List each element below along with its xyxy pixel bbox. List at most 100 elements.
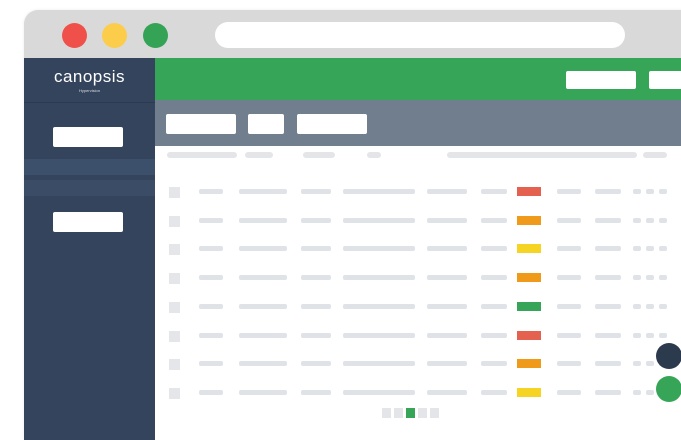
table-cell [646,389,654,395]
maximize-dot[interactable] [143,23,168,48]
row-checkbox[interactable] [169,387,180,399]
toolbar [155,100,681,146]
toolbar-button-1[interactable] [166,114,236,134]
status-badge [517,244,541,254]
row-checkbox[interactable] [169,330,180,342]
status-badge [517,187,541,196]
toolbar-button-2[interactable] [248,114,284,134]
table-cell [557,246,581,252]
table-cell [239,246,287,252]
row-checkbox[interactable] [169,273,180,285]
table-cell [659,246,667,252]
table-cell [301,275,331,281]
page-number-button[interactable] [418,407,427,418]
table-row[interactable] [155,322,681,351]
header-cell [643,152,667,158]
table-cell [239,361,287,367]
status-badge [517,387,541,397]
table-cell [239,275,287,281]
table-cell [557,332,581,338]
table-cell [633,303,641,309]
header-cell [167,152,237,158]
table-cell [199,361,223,367]
table-cell [646,217,654,223]
table-cell [301,246,331,252]
sidebar-item-active[interactable] [24,159,155,175]
table-cell [557,389,581,395]
row-checkbox[interactable] [169,301,180,313]
toolbar-button-3[interactable] [297,114,367,134]
table-cell [427,217,467,223]
table-cell [239,332,287,338]
table-cell [595,189,621,194]
status-badge [517,273,541,283]
table-cell [659,275,667,281]
green-action-button[interactable] [656,376,681,402]
close-dot[interactable] [62,23,87,48]
table-cell [427,332,467,338]
table-cell [633,332,641,338]
table-row[interactable] [155,264,681,293]
table-cell [301,361,331,367]
table-cell [481,189,507,194]
table-cell [427,246,467,252]
table-cell [595,217,621,223]
sidebar: canopsis Hypervision [24,58,155,440]
table-cell [557,303,581,309]
table-cell [633,189,641,194]
table-cell [659,332,667,338]
table-row[interactable] [155,178,681,207]
table-cell [301,332,331,338]
status-badge [517,359,541,369]
row-checkbox[interactable] [169,244,180,256]
table-row[interactable] [155,235,681,264]
table-cell [633,217,641,223]
table-cell [343,275,415,281]
header-button-2[interactable] [649,71,681,89]
address-bar[interactable] [215,22,625,48]
table-cell [427,361,467,367]
status-badge [517,301,541,311]
header-cell [303,152,335,158]
sidebar-button-secondary[interactable] [53,212,123,232]
row-checkbox[interactable] [169,187,180,198]
page-prev-button[interactable] [382,407,391,418]
table-cell [239,189,287,194]
brand-logo[interactable]: canopsis Hypervision [24,58,155,103]
minimize-dot[interactable] [102,23,127,48]
table-cell [481,303,507,309]
sidebar-button-primary[interactable] [53,127,123,147]
page-number-button[interactable] [394,407,403,418]
row-checkbox[interactable] [169,215,180,227]
table-cell [659,217,667,223]
table-cell [199,332,223,338]
table-cell [595,332,621,338]
page-number-button[interactable] [406,407,415,418]
sidebar-item-secondary[interactable] [24,180,155,196]
header-cell [447,152,637,158]
brand-tagline: Hypervision [79,87,100,93]
table-cell [199,246,223,252]
row-checkbox[interactable] [169,359,180,371]
table-cell [199,275,223,281]
table-cell [199,189,223,194]
brand-name: canopsis [53,66,126,86]
header-button-1[interactable] [566,71,636,89]
table-cell [427,303,467,309]
top-header-bar [155,58,681,100]
table-cell [301,217,331,223]
table-row[interactable] [155,293,681,322]
table-cell [343,332,415,338]
table-cell [343,246,415,252]
table-row[interactable] [155,350,681,379]
table-cell [343,303,415,309]
table-cell [199,217,223,223]
browser-window: canopsis Hypervision [24,10,681,440]
page-next-button[interactable] [430,407,439,418]
table-cell [239,389,287,395]
header-cell [367,152,381,158]
table-cell [633,389,641,395]
alarm-table [155,146,681,440]
dark-action-button[interactable] [656,343,681,369]
table-row[interactable] [155,207,681,236]
